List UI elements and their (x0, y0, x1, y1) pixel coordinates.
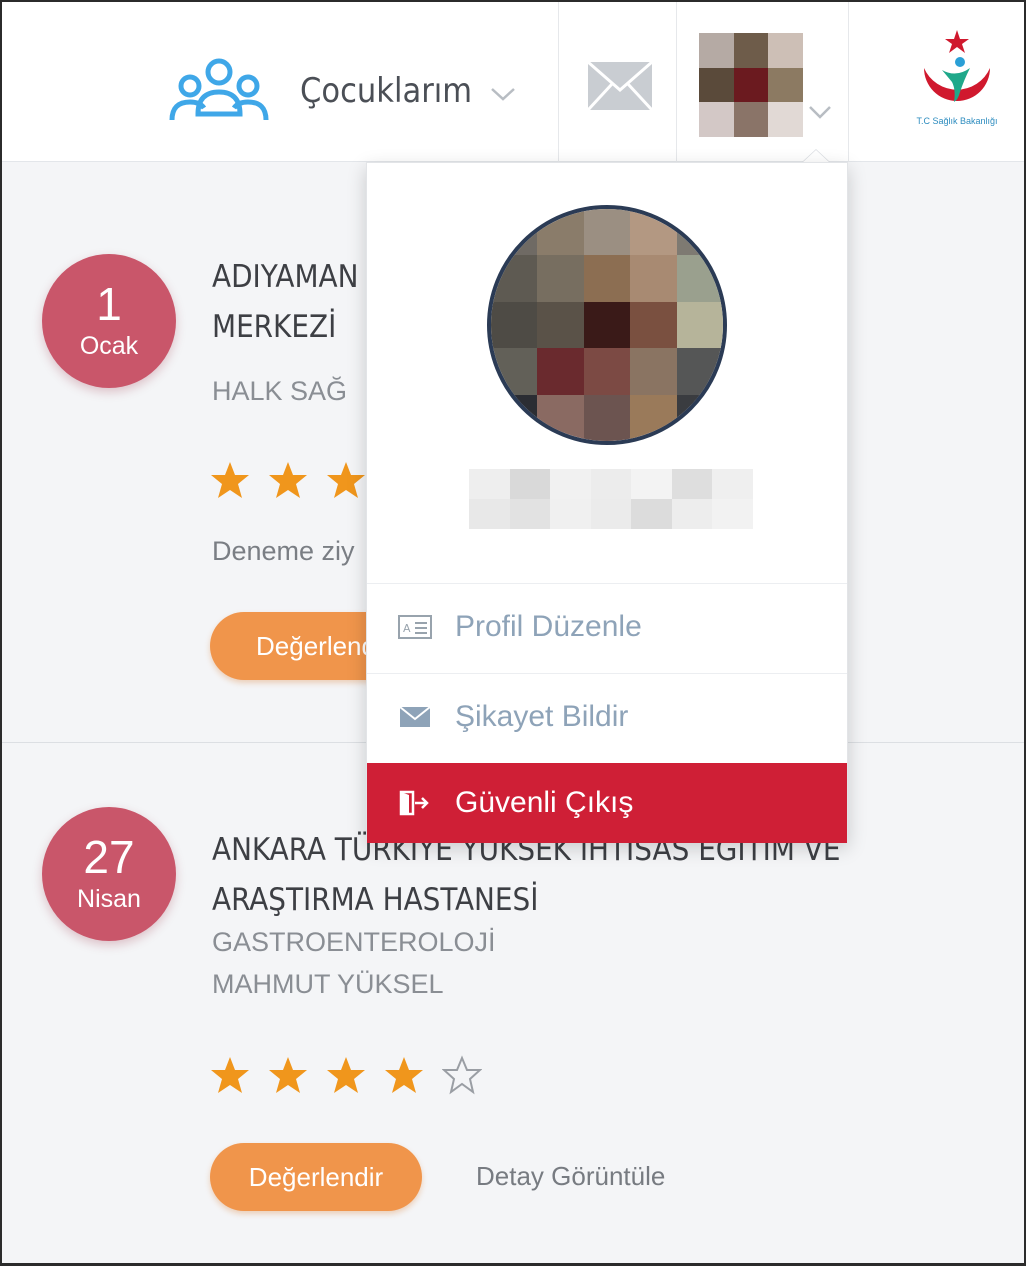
envelope-icon[interactable] (586, 60, 654, 112)
report-complaint-label: Şikayet Bildir (455, 699, 629, 733)
star-filled-icon[interactable] (210, 460, 250, 500)
family-icon (169, 58, 269, 121)
date-month: Nisan (77, 885, 141, 913)
department-name: HALK SAĞ (212, 376, 348, 406)
profile-photo (487, 205, 727, 445)
report-complaint-item[interactable]: Şikayet Bildir (367, 673, 847, 759)
header-divider (558, 2, 559, 162)
rate-button[interactable]: Değerlendir (210, 1143, 422, 1211)
institution-line: ARAŞTIRMA HASTANESİ (212, 882, 539, 918)
header-divider (848, 2, 849, 162)
star-filled-icon[interactable] (268, 1055, 308, 1095)
svg-text:A: A (403, 622, 411, 635)
star-filled-icon[interactable] (326, 1055, 366, 1095)
date-month: Ocak (79, 332, 139, 360)
edit-profile-label: Profil Düzenle (455, 609, 642, 643)
visit-note: Deneme ziy (212, 536, 355, 566)
star-filled-icon[interactable] (326, 460, 366, 500)
children-menu[interactable]: Çocuklarım (164, 56, 516, 126)
user-avatar[interactable] (699, 33, 803, 137)
date-day: 1 (96, 278, 122, 330)
children-label: Çocuklarım (300, 71, 473, 111)
id-card-icon: A (398, 614, 432, 639)
star-rating[interactable] (210, 460, 384, 500)
star-filled-icon[interactable] (384, 1055, 424, 1095)
date-badge: 1 Ocak (42, 254, 176, 388)
profile-name (469, 469, 753, 529)
app-frame: Çocuklarım T.C Sağlık Bakanlığı 1 Ocak A… (0, 0, 1026, 1266)
chevron-down-icon (491, 88, 515, 101)
edit-profile-item[interactable]: A Profil Düzenle (367, 583, 847, 669)
date-day: 27 (83, 831, 135, 883)
logout-item[interactable]: Güvenli Çıkış (367, 763, 847, 843)
date-badge: 27 Nisan (42, 807, 176, 941)
star-rating[interactable] (210, 1055, 500, 1095)
logout-label: Güvenli Çıkış (455, 786, 634, 819)
chevron-down-icon[interactable] (808, 105, 832, 119)
profile-dropdown: A Profil Düzenle Şikayet Bildir Güvenli … (366, 162, 848, 843)
star-filled-icon[interactable] (268, 460, 308, 500)
department-name: GASTROENTEROLOJİ (212, 927, 496, 957)
star-filled-icon[interactable] (210, 1055, 250, 1095)
logout-icon (399, 790, 429, 816)
doctor-name: MAHMUT YÜKSEL (212, 969, 444, 999)
envelope-icon (399, 705, 431, 727)
logo-caption: T.C Sağlık Bakanlığı (916, 116, 998, 126)
header-divider (676, 2, 677, 162)
star-empty-icon[interactable] (442, 1055, 482, 1095)
view-detail-link[interactable]: Detay Görüntüle (476, 1161, 665, 1192)
top-header: Çocuklarım T.C Sağlık Bakanlığı (2, 2, 1024, 162)
